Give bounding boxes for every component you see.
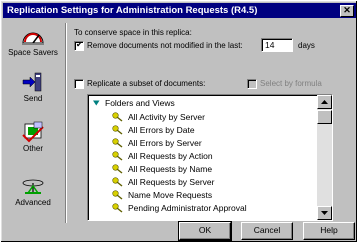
sidebar-item-label: Advanced	[15, 198, 51, 207]
view-key-icon	[112, 203, 123, 213]
close-button[interactable]: ✕	[340, 5, 354, 17]
other-icon	[22, 121, 44, 143]
tree-root-label: Folders and Views	[105, 98, 175, 108]
sidebar-item-label: Other	[22, 144, 43, 153]
remove-docs-checkbox[interactable]	[74, 40, 84, 51]
arrow-down-icon	[321, 211, 328, 215]
tree-item-label: All Requests by Action	[128, 151, 213, 161]
view-key-icon	[112, 151, 123, 161]
sidebar-item-space-savers[interactable]: Space Savers	[3, 25, 63, 65]
days-input[interactable]: 14	[261, 38, 293, 52]
sidebar-item-label: Space Savers	[8, 48, 58, 57]
tree-item-label: Name Move Requests	[128, 190, 213, 200]
ok-button[interactable]: OK	[178, 221, 232, 241]
sidebar-item-advanced[interactable]: Advanced	[3, 175, 63, 215]
title-bar[interactable]: Replication Settings for Administration …	[3, 3, 356, 18]
window-title: Replication Settings for Administration …	[7, 5, 258, 16]
view-key-icon	[112, 112, 123, 122]
dialog-window: Replication Settings for Administration …	[0, 0, 358, 243]
space-saver-heading: To conserve space in this replica:	[74, 28, 192, 37]
tree-item-label: All Activity by Server	[128, 112, 205, 122]
remove-docs-label[interactable]: Remove documents not modified in the las…	[87, 41, 243, 51]
expand-triangle-icon	[93, 100, 100, 106]
send-arrow-icon	[22, 72, 42, 92]
replicate-subset-label[interactable]: Replicate a subset of documents:	[87, 79, 205, 89]
view-key-icon	[112, 138, 123, 148]
tree-item-label: Pending Administrator Approval	[128, 203, 247, 213]
days-unit-label: days	[298, 41, 315, 50]
tree-item-label: All Errors by Date	[128, 125, 195, 135]
select-by-formula-label[interactable]: Select by formula	[260, 79, 322, 89]
tree-item-label: All Requests by Name	[128, 164, 213, 174]
sidebar-item-other[interactable]: Other	[3, 121, 63, 161]
view-key-icon	[112, 164, 123, 174]
cancel-button[interactable]: Cancel	[241, 222, 293, 240]
scroll-thumb[interactable]	[317, 110, 332, 124]
scroll-up-button[interactable]	[317, 95, 332, 109]
sidebar-item-send[interactable]: Send	[3, 71, 63, 111]
view-key-icon	[112, 190, 123, 200]
advanced-icon	[22, 179, 44, 194]
view-key-icon	[112, 125, 123, 135]
gauge-icon	[22, 32, 44, 45]
arrow-up-icon	[321, 100, 328, 104]
sidebar-divider	[65, 23, 67, 223]
vertical-scrollbar[interactable]	[317, 95, 332, 220]
sidebar-item-label: Send	[23, 94, 43, 103]
help-button[interactable]: Help	[303, 222, 355, 240]
scroll-down-button[interactable]	[317, 206, 332, 220]
tree-item-label: All Errors by Server	[128, 138, 202, 148]
view-key-icon	[112, 177, 123, 187]
select-by-formula-checkbox[interactable]	[247, 79, 257, 89]
folders-views-tree[interactable]: Folders and Views All Activity by Server…	[87, 94, 333, 221]
replicate-subset-checkbox[interactable]	[74, 79, 84, 89]
tree-item-label: All Requests by Server	[128, 177, 215, 187]
